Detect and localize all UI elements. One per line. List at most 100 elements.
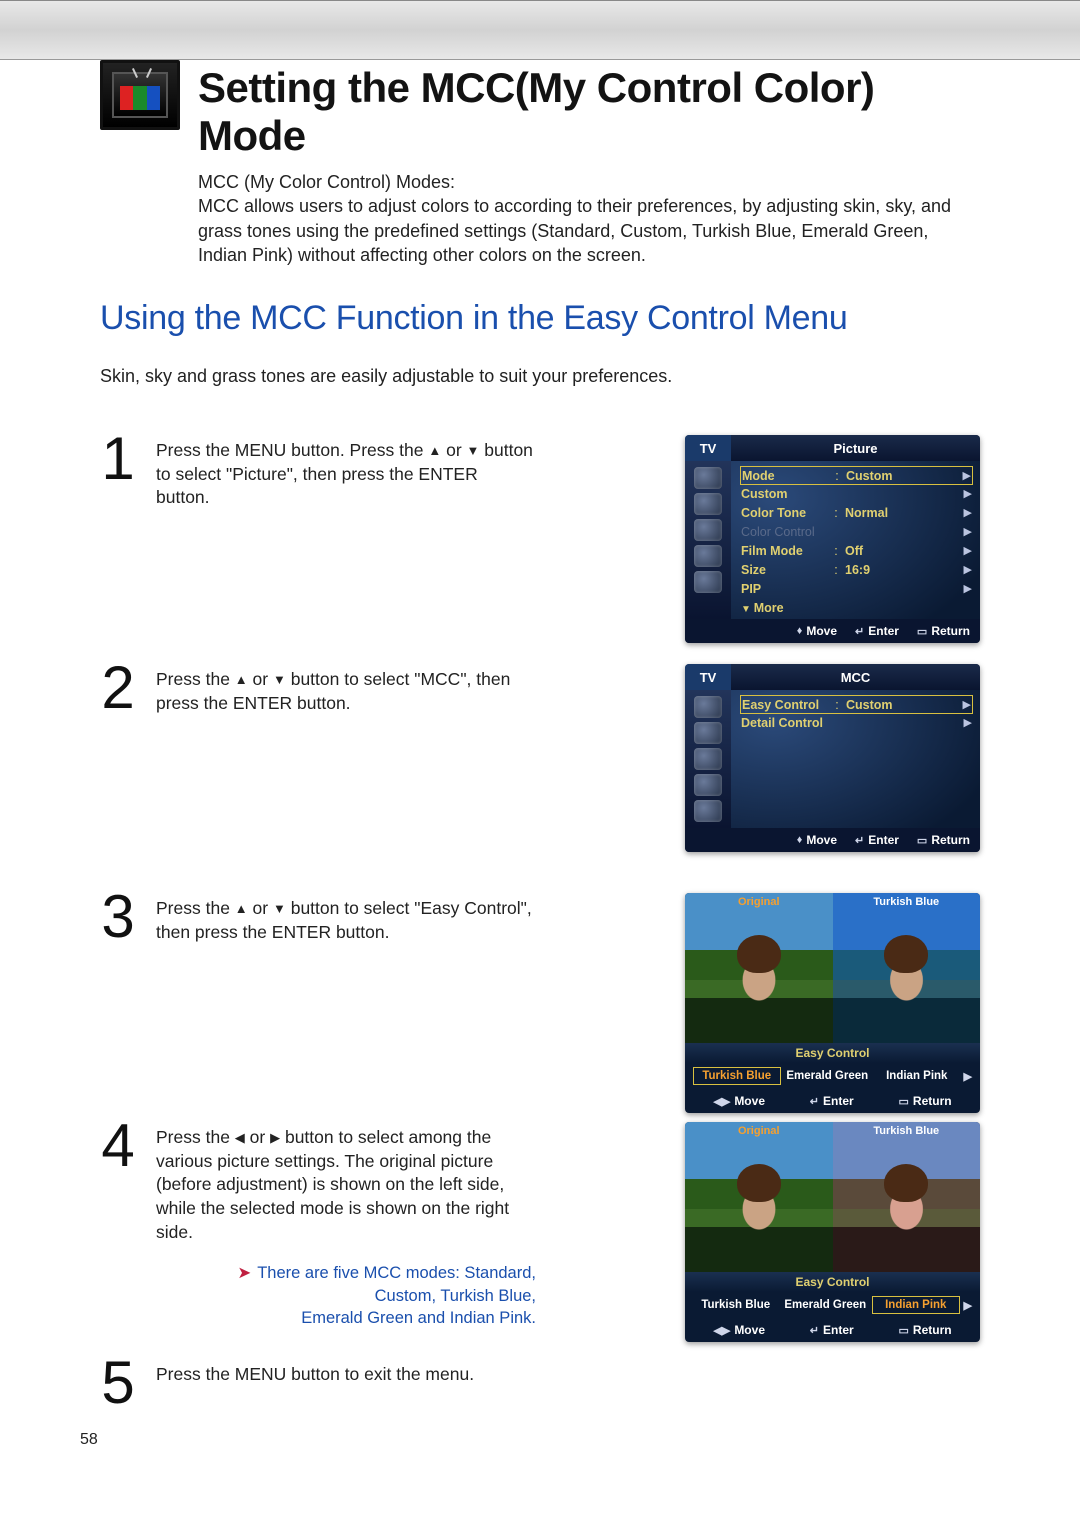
left-triangle-icon: ◀	[235, 1129, 245, 1147]
osd-icon	[694, 748, 722, 770]
return-icon: ▭	[899, 1324, 909, 1337]
step-4: 4 Press the ◀ or ▶ button to select amon…	[100, 1122, 980, 1347]
enter-icon: ↵	[810, 1324, 819, 1337]
t: Press the	[156, 898, 235, 918]
opt-turkish-blue[interactable]: Turkish Blue	[693, 1067, 781, 1085]
osd-row[interactable]: Film Mode:Off▶	[741, 541, 972, 560]
osd-footer: ◀▶Move ↵Enter ▭Return	[685, 1089, 980, 1113]
t: or	[245, 1127, 270, 1147]
t: Press the MENU button. Press the	[156, 440, 428, 460]
preview-selected: Turkish Blue	[833, 1122, 981, 1272]
osd-footer: ♦Move ↵Enter ▭Return	[685, 619, 980, 643]
osd-list: Mode:Custom▶Custom▶Color Tone:Normal▶Col…	[731, 461, 980, 619]
steps: 1 Press the MENU button. Press the ▲ or …	[100, 435, 980, 1419]
t: or	[441, 440, 466, 460]
foot-move: Move	[806, 833, 837, 847]
down-triangle-icon: ▼	[273, 671, 286, 689]
move-lr-icon: ◀▶	[713, 1095, 730, 1108]
lead-text: Skin, sky and grass tones are easily adj…	[100, 366, 980, 387]
osd-row-label: Color Tone	[741, 506, 833, 520]
easy-control-preview-a: Original Turkish Blue Easy Control Turki…	[685, 893, 980, 1113]
move-lr-icon: ◀▶	[713, 1324, 730, 1337]
osd-row[interactable]: Mode:Custom▶	[740, 466, 973, 485]
osd-icon	[694, 696, 722, 718]
caption-selected: Turkish Blue	[833, 896, 981, 908]
return-icon: ▭	[917, 625, 927, 638]
step-1: 1 Press the MENU button. Press the ▲ or …	[100, 435, 980, 660]
osd-icon	[694, 722, 722, 744]
note-arrow-icon: ➤	[237, 1264, 251, 1282]
foot-return: Return	[931, 624, 970, 638]
osd-row[interactable]: Detail Control ▶	[741, 713, 972, 732]
up-triangle-icon: ▲	[428, 442, 441, 460]
osd-icon	[694, 519, 722, 541]
chevron-right-icon: ▶	[964, 506, 972, 519]
note-line: There are five MCC modes: Standard, Cust…	[257, 1264, 536, 1304]
foot-move: Move	[734, 1323, 765, 1337]
easy-control-preview-b: Original Turkish Blue Easy Control Turki…	[685, 1122, 980, 1342]
section-subtitle: Using the MCC Function in the Easy Contr…	[100, 299, 980, 338]
osd-row-label: PIP	[741, 582, 833, 596]
osd-icon	[694, 467, 722, 489]
page-title: Setting the MCC(My Control Color) Mode	[198, 64, 980, 160]
osd-row-label: More	[741, 601, 833, 615]
foot-enter: Enter	[868, 624, 899, 638]
osd-row[interactable]: Size:16:9▶	[741, 560, 972, 579]
opt-indian-pink[interactable]: Indian Pink	[872, 1296, 960, 1314]
osd-row-label: Size	[741, 563, 833, 577]
opt-turkish-blue[interactable]: Turkish Blue	[693, 1297, 779, 1313]
osd-mcc-menu: TV MCC Easy Control:Custom▶Detail Contro…	[685, 664, 980, 852]
chevron-right-icon: ▶	[964, 582, 972, 595]
step-note: ➤ There are five MCC modes: Standard, Cus…	[156, 1262, 536, 1329]
enter-icon: ↵	[855, 625, 864, 638]
up-triangle-icon: ▲	[235, 900, 248, 918]
osd-row[interactable]: Color Tone:Normal▶	[741, 503, 972, 522]
caption-selected: Turkish Blue	[833, 1125, 981, 1137]
easy-control-options: Turkish Blue Emerald Green Indian Pink ▶	[685, 1063, 980, 1089]
return-icon: ▭	[899, 1095, 909, 1108]
return-icon: ▭	[917, 834, 927, 847]
chevron-right-icon: ▶	[964, 563, 972, 576]
step-number: 2	[100, 664, 136, 712]
t: or	[248, 669, 273, 689]
osd-row[interactable]: Color Control ▶	[741, 522, 972, 541]
osd-row-label: Easy Control	[742, 698, 834, 712]
osd-row-label: Custom	[741, 487, 833, 501]
opt-indian-pink[interactable]: Indian Pink	[874, 1068, 960, 1084]
osd-row[interactable]: PIP ▶	[741, 579, 972, 598]
chevron-right-icon: ▶	[964, 525, 972, 538]
foot-enter: Enter	[868, 833, 899, 847]
note-line: Emerald Green and Indian Pink.	[301, 1309, 536, 1327]
osd-title: Picture	[731, 435, 980, 461]
osd-row-value: Normal	[839, 506, 964, 520]
step-number: 5	[100, 1359, 136, 1407]
page: Setting the MCC(My Control Color) Mode M…	[0, 0, 1080, 1483]
osd-row[interactable]: More	[741, 598, 972, 617]
osd-row-label: Detail Control	[741, 716, 833, 730]
t: Press the	[156, 1127, 235, 1147]
intro-label: MCC (My Color Control) Modes:	[198, 170, 980, 194]
chevron-right-icon: ▶	[964, 716, 972, 729]
preview-original: Original	[685, 893, 833, 1043]
osd-footer: ◀▶Move ↵Enter ▭Return	[685, 1318, 980, 1342]
t: Press the	[156, 669, 235, 689]
osd-row-label: Color Control	[741, 525, 833, 539]
chevron-right-icon: ▶	[963, 698, 971, 711]
opt-emerald-green[interactable]: Emerald Green	[785, 1068, 871, 1084]
step-number: 4	[100, 1122, 136, 1170]
osd-row[interactable]: Easy Control:Custom▶	[740, 695, 973, 714]
opt-emerald-green[interactable]: Emerald Green	[783, 1297, 869, 1313]
step-text: Press the MENU button. Press the ▲ or ▼ …	[156, 435, 536, 510]
preview-original: Original	[685, 1122, 833, 1272]
chevron-right-icon: ▶	[964, 1070, 972, 1083]
move-updown-icon: ♦	[797, 834, 803, 846]
osd-icon	[694, 493, 722, 515]
osd-category-icons	[685, 690, 731, 828]
osd-picture-menu: TV Picture Mode:Custom▶Custom▶Color Tone…	[685, 435, 980, 643]
osd-title: MCC	[731, 664, 980, 690]
osd-row[interactable]: Custom▶	[741, 484, 972, 503]
foot-enter: Enter	[823, 1323, 854, 1337]
osd-icon	[694, 545, 722, 567]
tv-logo-icon	[100, 60, 180, 130]
foot-move: Move	[806, 624, 837, 638]
